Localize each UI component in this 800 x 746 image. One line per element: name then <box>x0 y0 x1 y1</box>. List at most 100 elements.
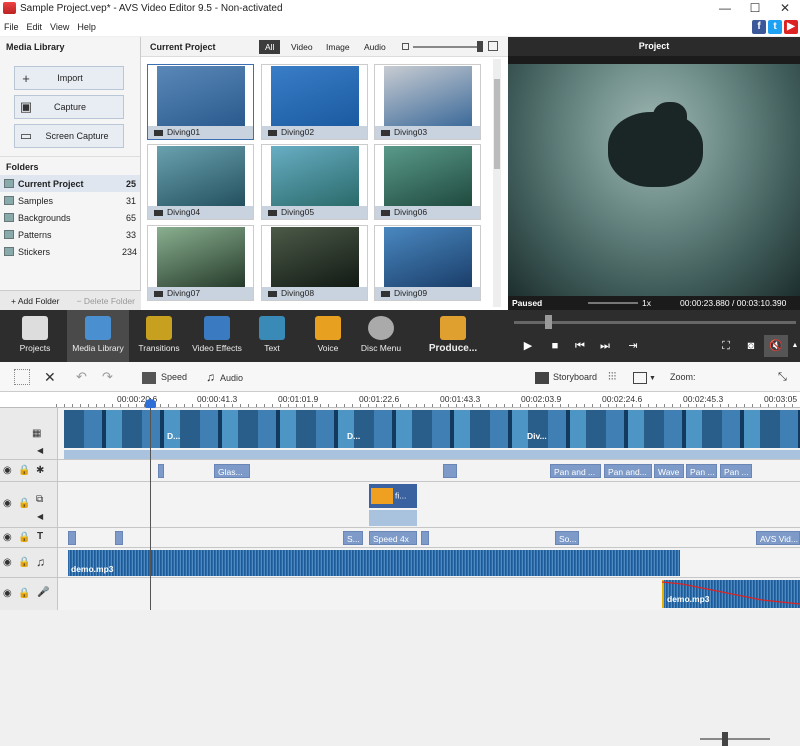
video-clips-strip[interactable] <box>64 410 800 448</box>
select-all-icon[interactable] <box>14 369 30 385</box>
previous-frame-icon[interactable]: ⏮ <box>573 339 587 353</box>
import-button[interactable]: + Import <box>14 66 124 90</box>
effect-clip[interactable]: Pan and... <box>604 464 652 478</box>
speed-button[interactable]: Speed <box>142 369 187 385</box>
clip-thumb[interactable]: Diving01 <box>147 64 254 140</box>
grid-scrollbar[interactable] <box>493 59 501 307</box>
twitter-icon[interactable]: t <box>768 20 782 34</box>
folder-stickers[interactable]: Stickers 234 <box>0 243 140 260</box>
seek-bar[interactable] <box>514 321 796 324</box>
clip-thumb[interactable]: Diving09 <box>374 225 481 301</box>
timeline-ruler[interactable]: 00:00:20.6 00:00:41.3 00:01:01.9 00:01:2… <box>0 392 800 408</box>
delete-folder-button[interactable]: − Delete Folder <box>71 296 142 306</box>
overlay-audio-strip[interactable] <box>369 510 417 526</box>
audio-waveform[interactable] <box>68 550 680 576</box>
display-mode-button[interactable]: ▼ <box>633 369 661 385</box>
effect-clip[interactable]: Pan ... <box>720 464 752 478</box>
tool-transitions[interactable]: Transitions <box>128 310 190 362</box>
mixer-icon[interactable]: ⫶⫶⫶ <box>608 369 628 385</box>
volume-envelope[interactable] <box>662 578 800 608</box>
lock-icon[interactable]: 🔒 <box>18 498 30 509</box>
text-clip[interactable]: S... <box>343 531 363 545</box>
zoom-handle[interactable] <box>722 732 728 746</box>
folder-patterns[interactable]: Patterns 33 <box>0 226 140 243</box>
clip-thumb[interactable]: Diving03 <box>374 64 481 140</box>
facebook-icon[interactable]: f <box>752 20 766 34</box>
storyboard-button[interactable]: Storyboard <box>535 369 597 385</box>
menu-view[interactable]: View <box>46 22 73 32</box>
menu-help[interactable]: Help <box>73 22 100 32</box>
filter-video[interactable]: Video <box>291 40 313 54</box>
playback-mode-icon[interactable]: ⇥ <box>626 339 640 353</box>
lock-icon[interactable]: 🔒 <box>18 532 30 543</box>
delete-icon[interactable]: ✕ <box>44 369 56 385</box>
snapshot-icon[interactable]: ◙ <box>744 339 758 353</box>
tool-video-effects[interactable]: Video Effects <box>186 310 248 362</box>
tool-disc-menu[interactable]: Disc Menu <box>350 310 412 362</box>
slider-handle[interactable] <box>477 41 483 52</box>
clip-thumb[interactable]: Diving06 <box>374 144 481 220</box>
playhead-handle[interactable] <box>145 399 156 408</box>
text-clip[interactable] <box>115 531 123 545</box>
tool-text[interactable]: Text <box>241 310 303 362</box>
eye-icon[interactable]: ◉ <box>3 557 12 568</box>
undo-icon[interactable]: ↶ <box>76 369 87 385</box>
capture-button[interactable]: ▣ Capture <box>14 95 124 119</box>
add-folder-button[interactable]: + Add Folder <box>0 296 71 306</box>
effect-clip[interactable]: Wave <box>654 464 684 478</box>
eye-icon[interactable]: ◉ <box>3 465 12 476</box>
text-clip[interactable]: AVS Vid... <box>756 531 800 545</box>
play-icon[interactable]: ▶ <box>521 339 535 353</box>
mute-button[interactable]: 🔇 <box>764 335 788 357</box>
tool-produce[interactable]: Produce... <box>420 310 486 362</box>
overlay-clip[interactable]: fi... <box>369 484 417 508</box>
effect-clip[interactable] <box>443 464 457 478</box>
effect-clip[interactable]: Glas... <box>214 464 250 478</box>
eye-icon[interactable]: ◉ <box>3 498 12 509</box>
folder-current-project[interactable]: Current Project 25 <box>0 175 140 192</box>
speaker-icon[interactable]: ◀ <box>37 446 43 455</box>
youtube-icon[interactable]: ▶ <box>784 20 798 34</box>
folder-samples[interactable]: Samples 31 <box>0 192 140 209</box>
lock-icon[interactable]: 🔒 <box>18 588 30 599</box>
text-clip[interactable] <box>68 531 76 545</box>
audio-button[interactable]: ♫ Audio <box>206 369 243 385</box>
stop-icon[interactable]: ■ <box>548 339 562 353</box>
next-frame-icon[interactable]: ⏭ <box>598 339 612 353</box>
menu-edit[interactable]: Edit <box>23 22 47 32</box>
thumbnail-size-slider[interactable] <box>413 46 483 48</box>
speaker-icon[interactable]: ◀ <box>37 512 43 521</box>
tool-media-library[interactable]: Media Library <box>67 310 129 362</box>
maximize-button[interactable]: ☐ <box>740 0 770 17</box>
minimize-button[interactable]: — <box>710 0 740 17</box>
text-clip[interactable] <box>421 531 429 545</box>
text-clip[interactable]: Speed 4x <box>369 531 417 545</box>
clip-thumb[interactable]: Diving05 <box>261 144 368 220</box>
effect-clip[interactable] <box>158 464 164 478</box>
fullscreen-icon[interactable]: ⛶ <box>719 339 733 353</box>
eye-icon[interactable]: ◉ <box>3 588 12 599</box>
menu-file[interactable]: File <box>0 22 23 32</box>
video-audio-strip[interactable] <box>64 450 800 459</box>
folder-backgrounds[interactable]: Backgrounds 65 <box>0 209 140 226</box>
effect-clip[interactable]: Pan ... <box>686 464 717 478</box>
fit-zoom-icon[interactable]: ⤡ <box>778 369 787 385</box>
text-clip[interactable]: So... <box>555 531 579 545</box>
lock-icon[interactable]: 🔒 <box>18 557 30 568</box>
zoom-slider[interactable] <box>700 738 770 740</box>
filter-image[interactable]: Image <box>326 40 350 54</box>
filter-all[interactable]: All <box>259 40 281 54</box>
thumb-small-icon[interactable] <box>402 43 409 50</box>
close-button[interactable]: ✕ <box>770 0 800 17</box>
clip-thumb[interactable]: Diving07 <box>147 225 254 301</box>
lock-icon[interactable]: 🔒 <box>18 465 30 476</box>
screen-capture-button[interactable]: ▭ Screen Capture <box>14 124 124 148</box>
thumb-large-icon[interactable] <box>488 41 498 51</box>
filter-audio[interactable]: Audio <box>364 40 386 54</box>
redo-icon[interactable]: ↷ <box>102 369 113 385</box>
clip-thumb[interactable]: Diving08 <box>261 225 368 301</box>
effect-clip[interactable]: Pan and ... <box>550 464 601 478</box>
speed-slider[interactable] <box>588 302 638 304</box>
volume-arrow-icon[interactable]: ▲ <box>788 339 800 353</box>
clip-thumb[interactable]: Diving04 <box>147 144 254 220</box>
